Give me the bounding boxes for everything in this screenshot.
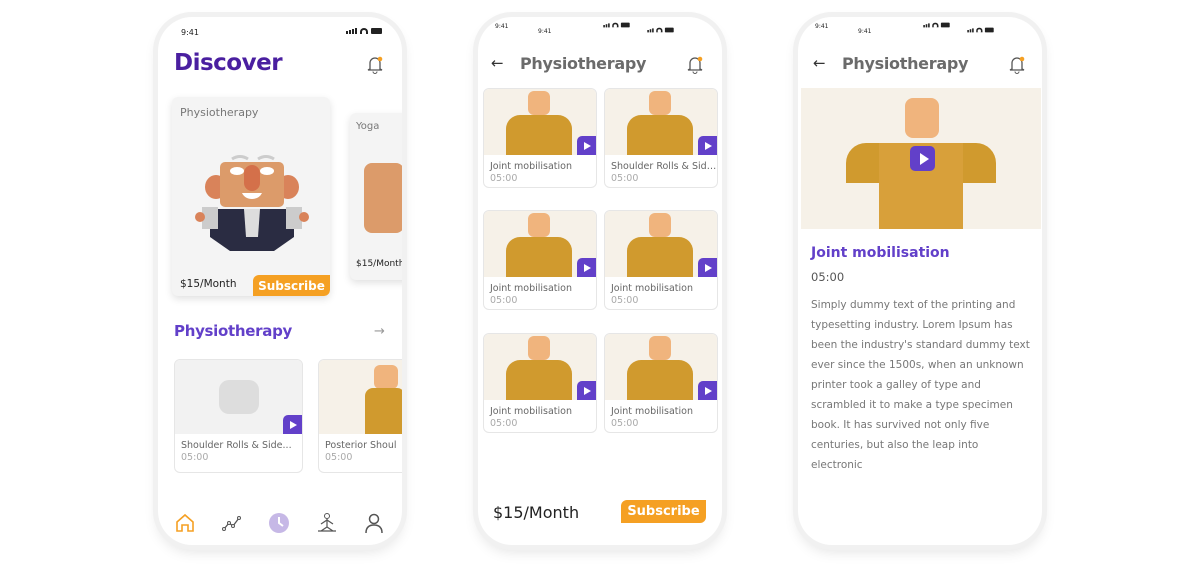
play-icon[interactable] — [577, 258, 596, 277]
home-icon[interactable] — [174, 512, 196, 534]
plan-card-yoga[interactable]: Yoga $15/Month — [350, 113, 402, 280]
video-duration: 05:00 — [811, 270, 845, 284]
video-title: Shoulder Rolls & Side... — [611, 161, 717, 172]
video-player[interactable] — [801, 88, 1041, 229]
status-time: 9:41 — [538, 28, 552, 35]
play-icon[interactable] — [910, 146, 935, 171]
video-duration: 05:00 — [611, 173, 639, 184]
notification-bell-icon[interactable] — [1007, 54, 1027, 74]
monk-illustration — [364, 163, 402, 233]
video-card[interactable]: Shoulder Rolls & Side... 05:00 — [174, 359, 303, 473]
status-icons — [923, 22, 950, 28]
video-card[interactable]: Posterior Shoul 05:00 — [318, 359, 402, 473]
video-title: Joint mobilisation — [811, 245, 950, 261]
play-icon[interactable] — [698, 258, 717, 277]
video-thumbnail — [319, 360, 402, 434]
back-arrow-icon[interactable]: ← — [813, 54, 826, 72]
video-card[interactable]: Joint mobilisation 05:00 — [483, 210, 597, 310]
video-thumbnail — [175, 360, 302, 434]
clock-icon[interactable] — [268, 512, 290, 534]
notification-bell-icon[interactable] — [365, 54, 385, 74]
section-title: Physiotherapy — [174, 322, 292, 340]
video-duration: 05:00 — [490, 295, 518, 306]
status-time: 9:41 — [495, 23, 509, 30]
video-thumbnail — [605, 89, 717, 155]
video-card[interactable]: Joint mobilisation 05:00 — [483, 88, 597, 188]
video-thumbnail — [484, 334, 596, 400]
video-title: Joint mobilisation — [490, 406, 573, 417]
subscribe-button[interactable]: Subscribe — [621, 500, 706, 523]
status-time: 9:41 — [181, 28, 199, 37]
meditation-icon[interactable] — [316, 512, 338, 534]
video-card[interactable]: Joint mobilisation 05:00 — [604, 333, 718, 433]
status-icons — [346, 28, 382, 34]
play-icon[interactable] — [577, 136, 596, 155]
see-all-arrow-icon[interactable]: → — [374, 324, 385, 339]
plan-card-physiotherapy[interactable]: Physiotherapy $15/Month Subscribe — [172, 97, 330, 296]
video-thumbnail — [605, 211, 717, 277]
video-duration: 05:00 — [181, 452, 209, 463]
page-title: Discover — [174, 50, 283, 76]
video-card[interactable]: Shoulder Rolls & Side... 05:00 — [604, 88, 718, 188]
video-duration: 05:00 — [490, 173, 518, 184]
play-icon[interactable] — [698, 136, 717, 155]
video-title: Posterior Shoul — [325, 440, 397, 451]
video-thumbnail — [605, 334, 717, 400]
status-icons — [967, 27, 994, 33]
discover-screen: 9:41 Discover Physiotherapy $15/Month Su… — [158, 17, 402, 545]
video-duration: 05:00 — [325, 452, 353, 463]
video-detail-screen: 9:41 9:41 ← Physiotherapy Joint mobilisa… — [798, 17, 1042, 545]
video-duration: 05:00 — [490, 418, 518, 429]
play-icon[interactable] — [577, 381, 596, 400]
video-title: Joint mobilisation — [490, 161, 573, 172]
subscribe-button[interactable]: Subscribe — [253, 275, 330, 296]
video-thumbnail — [484, 89, 596, 155]
video-card[interactable]: Joint mobilisation 05:00 — [483, 333, 597, 433]
status-time: 9:41 — [815, 23, 829, 30]
video-duration: 05:00 — [611, 418, 639, 429]
play-icon[interactable] — [698, 381, 717, 400]
video-title: Joint mobilisation — [490, 283, 573, 294]
video-thumbnail — [484, 211, 596, 277]
notification-bell-icon[interactable] — [685, 54, 705, 74]
back-arrow-icon[interactable]: ← — [491, 54, 504, 72]
page-title: Physiotherapy — [520, 54, 647, 73]
page-title: Physiotherapy — [842, 54, 969, 73]
video-description: Simply dummy text of the printing and ty… — [811, 299, 1030, 471]
video-card[interactable]: Joint mobilisation 05:00 — [604, 210, 718, 310]
video-duration: 05:00 — [611, 295, 639, 306]
status-icons — [603, 22, 630, 28]
video-title: Joint mobilisation — [611, 406, 694, 417]
physiotherapy-list-screen: 9:41 9:41 ← Physiotherapy Joint mobilisa… — [478, 17, 722, 545]
status-time: 9:41 — [858, 28, 872, 35]
plan-price: $15/Month — [356, 259, 402, 269]
plan-price: $15/Month — [180, 278, 237, 290]
progress-chart-icon[interactable] — [221, 512, 243, 534]
plan-name: Yoga — [356, 121, 380, 132]
price-label: $15/Month — [493, 503, 580, 522]
video-title: Joint mobilisation — [611, 283, 694, 294]
profile-icon[interactable] — [363, 512, 385, 534]
video-title: Shoulder Rolls & Side... — [181, 440, 292, 451]
status-icons — [647, 27, 674, 33]
play-icon[interactable] — [283, 415, 302, 434]
monk-illustration — [192, 147, 312, 257]
plan-name: Physiotherapy — [180, 106, 259, 119]
